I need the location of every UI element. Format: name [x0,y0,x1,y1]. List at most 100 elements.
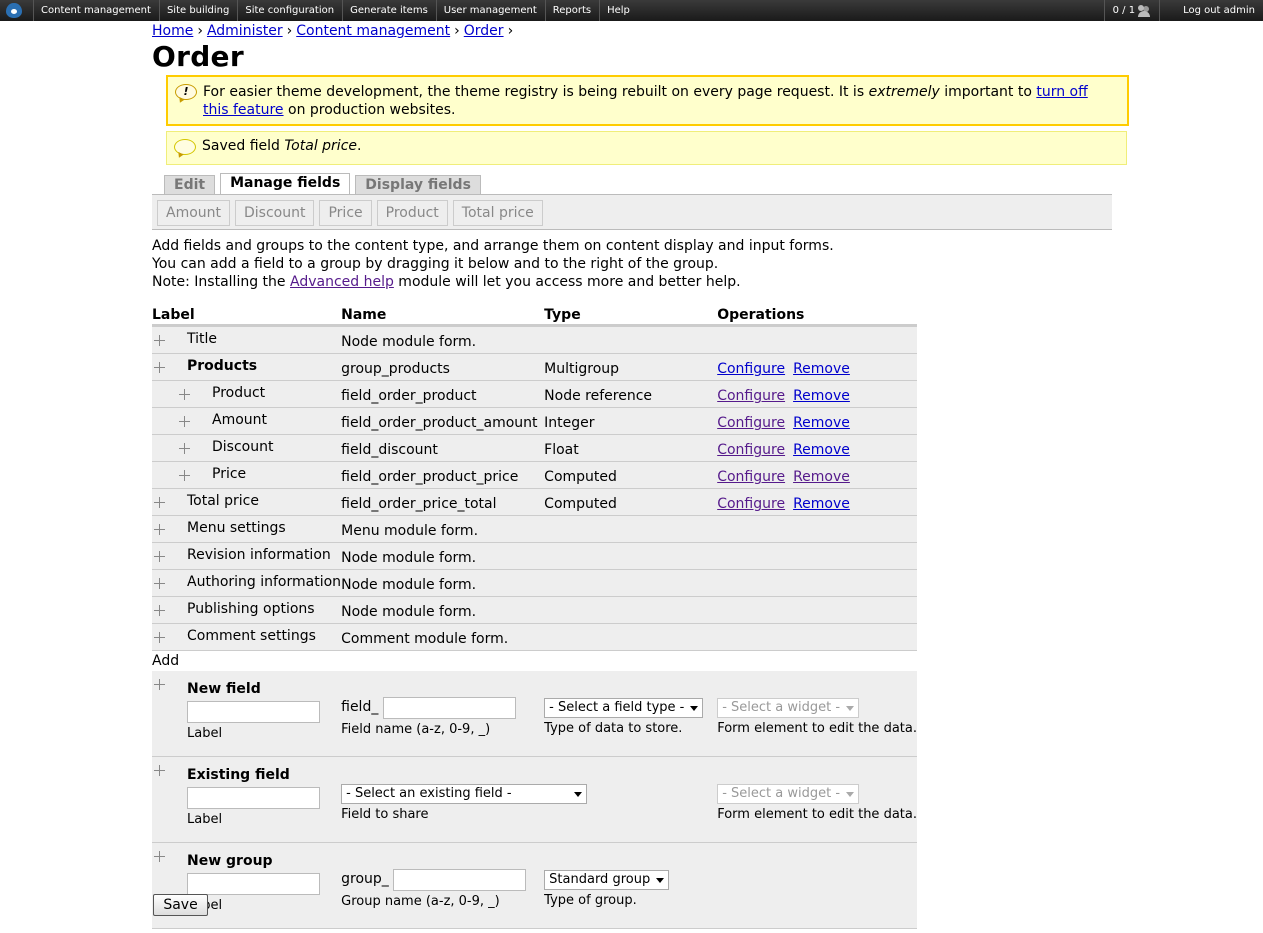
remove-link[interactable]: Remove [793,361,850,377]
remove-link[interactable]: Remove [793,442,850,458]
add-section-label: Add [152,650,917,671]
breadcrumb-home[interactable]: Home [152,23,193,39]
tab-manage-fields[interactable]: Manage fields [220,173,351,195]
user-count-text: 0 / 1 [1112,5,1136,16]
table-row: Title Node module form. [152,325,917,354]
operations-cell: Configure Remove [717,353,917,381]
type-cell [544,623,718,651]
new-field-title: New field [187,681,261,697]
field-machine-name: group_products [341,361,450,377]
menu-reports[interactable]: Reports [544,0,599,21]
type-cell [544,542,718,570]
new-field-label-input[interactable] [187,701,320,723]
drag-handle-icon[interactable] [179,443,190,454]
menu-site-building[interactable]: Site building [158,0,237,21]
drag-handle-icon[interactable] [154,362,165,373]
fields-table: Label Name Type Operations Title Node mod… [152,303,917,929]
name-cell: Menu module form. [341,515,545,543]
configure-link[interactable]: Configure [717,469,785,485]
breadcrumb-content-management[interactable]: Content management [296,23,450,39]
new-group-name-input[interactable] [393,869,527,891]
label-cell: Price [152,461,342,489]
group-type-select[interactable]: Standard group [544,870,670,890]
label-cell: Total price [152,488,342,516]
operations-cell: Configure Remove [717,488,917,516]
drupal-logo-icon[interactable] [6,3,22,18]
new-group-label-input[interactable] [187,873,320,895]
breadcrumb-separator: › [454,23,460,39]
drag-handle-icon[interactable] [179,416,190,427]
operations-links: Configure Remove [717,469,917,485]
tab-edit[interactable]: Edit [164,175,216,195]
new-field-name-input[interactable] [382,697,516,719]
main-content: Home › Administer › Content management › Order… [152,21,1129,929]
existing-field-widget-select[interactable]: - Select a widget - [717,784,860,804]
operations-cell [717,623,917,651]
drag-handle-icon[interactable] [154,605,165,616]
speech-bubble-icon [174,139,196,155]
remove-link[interactable]: Remove [793,415,850,431]
drag-handle-icon[interactable] [154,335,165,346]
drag-handle-icon[interactable] [154,765,165,776]
configure-link[interactable]: Configure [717,496,785,512]
remove-link[interactable]: Remove [793,496,850,512]
label-cell: Menu settings [152,515,342,543]
table-row: Publishing options Node module form. [152,596,917,624]
name-cell: Node module form. [341,325,545,354]
label-cell: Discount [152,434,342,462]
remove-link[interactable]: Remove [793,469,850,485]
dropdown-arrow-icon [846,792,855,797]
name-cell: field_order_product_price [341,461,545,489]
drag-handle-icon[interactable] [154,578,165,589]
advanced-help-link[interactable]: Advanced help [290,274,394,290]
existing-field-select[interactable]: - Select an existing field - [341,784,588,804]
subtab-total-price[interactable]: Total price [452,200,543,226]
configure-link[interactable]: Configure [717,388,785,404]
menu-content-management[interactable]: Content management [33,0,159,21]
configure-link[interactable]: Configure [717,361,785,377]
new-field-widget-select[interactable]: - Select a widget - [717,698,860,718]
drag-handle-icon[interactable] [154,679,165,690]
drag-handle-icon[interactable] [154,851,165,862]
group-type-select-value: Standard group [549,872,651,887]
drag-handle-icon[interactable] [179,470,190,481]
configure-link[interactable]: Configure [717,415,785,431]
subtab-price[interactable]: Price [319,200,372,226]
remove-link[interactable]: Remove [793,388,850,404]
breadcrumb-administer[interactable]: Administer [207,23,283,39]
operations-cell [717,325,917,354]
logout-link[interactable]: Log out admin [1159,0,1263,21]
field-label: Amount [212,412,268,428]
field-type-select[interactable]: - Select a field type - [544,698,704,718]
menu-generate-items[interactable]: Generate items [342,0,436,21]
label-cell: Revision information [152,542,342,570]
drag-handle-icon[interactable] [179,389,190,400]
primary-tabs: Edit Manage fields Display fields [152,172,1112,195]
type-cell [544,569,718,597]
user-counter[interactable]: 0 / 1 [1103,0,1159,21]
drag-handle-icon[interactable] [154,497,165,508]
operations-cell: Configure Remove [717,434,917,462]
configure-link[interactable]: Configure [717,442,785,458]
field-machine-name: Node module form. [341,604,477,620]
menu-help[interactable]: Help [599,0,638,21]
tab-display-fields[interactable]: Display fields [355,175,481,195]
dropdown-arrow-icon [574,792,583,797]
subtab-discount[interactable]: Discount [235,200,315,226]
field-machine-name: field_order_product [341,388,477,404]
menu-site-configuration[interactable]: Site configuration [237,0,342,21]
subtab-product[interactable]: Product [376,200,448,226]
drag-handle-icon[interactable] [154,524,165,535]
existing-field-select-value: - Select an existing field - [346,786,512,801]
type-cell: Computed [544,461,718,489]
save-button[interactable]: Save [153,894,208,916]
name-cell: Node module form. [341,569,545,597]
existing-field-label-input[interactable] [187,787,320,809]
menu-user-management[interactable]: User management [435,0,545,21]
subtab-amount[interactable]: Amount [157,200,231,226]
drag-handle-icon[interactable] [154,551,165,562]
operations-cell [717,515,917,543]
column-header-name: Name [341,303,545,327]
breadcrumb-order[interactable]: Order [464,23,504,39]
drag-handle-icon[interactable] [154,632,165,643]
